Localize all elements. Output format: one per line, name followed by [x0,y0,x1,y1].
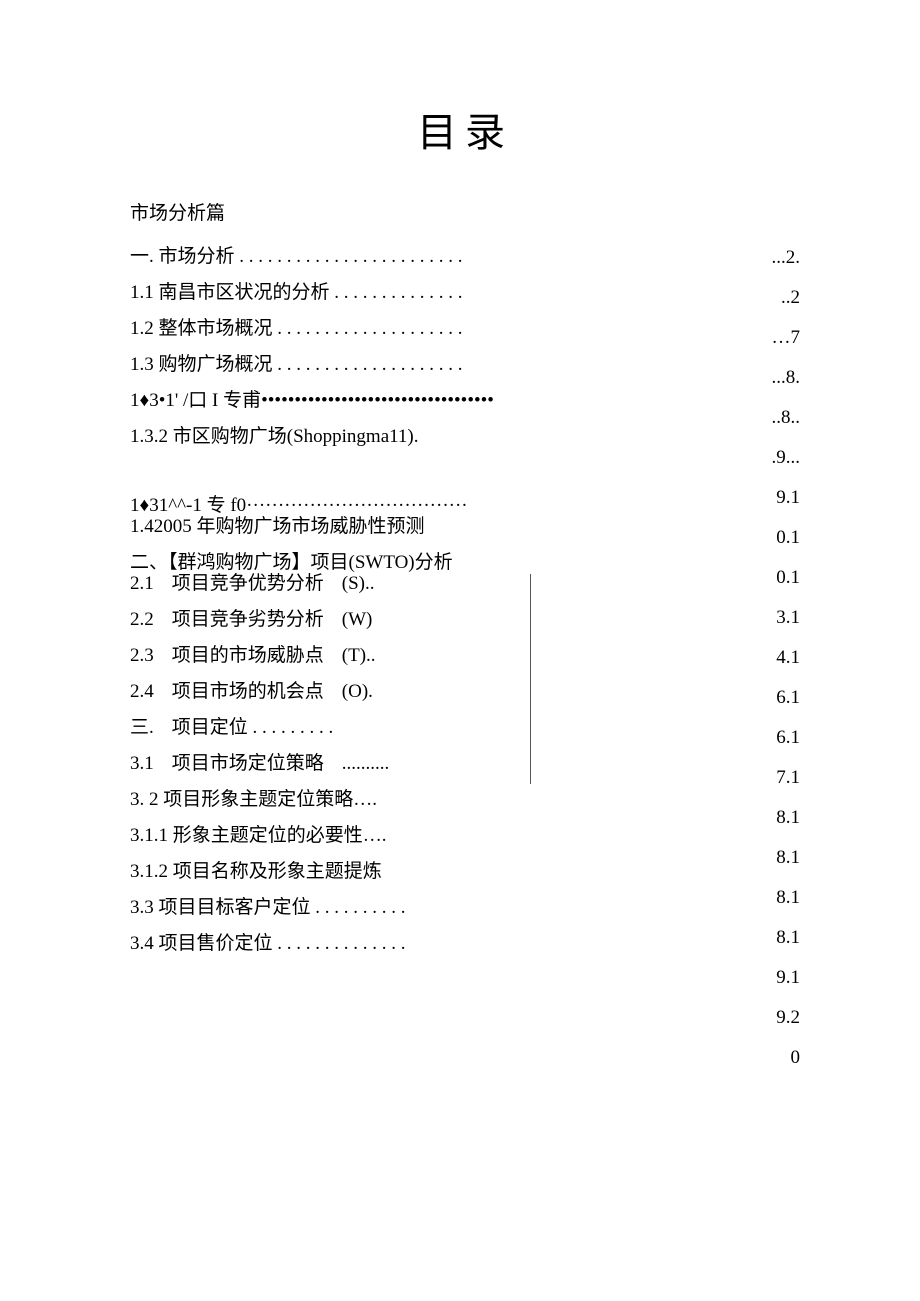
toc-entry: 3. 2 项目形象主题定位策略…. [130,790,670,809]
document-page: 目录 市场分析篇 一. 市场分析 . . . . . . . . . . . .… [0,0,920,953]
toc-entry: 3.1.2 项目名称及形象主题提炼 [130,862,670,881]
toc-entry-label: 项目竞争劣势分析 [172,609,324,630]
toc-entry: 1.2 整体市场概况 . . . . . . . . . . . . . . .… [130,319,670,338]
toc-entry-label: 项目的市场威胁点 [172,645,324,666]
toc-entry-number: 2.1 [130,574,154,593]
toc-entry: 2.2 项目竞争劣势分析 (W) [130,610,670,629]
toc-entry: 3.1.1 形象主题定位的必要性…. [130,826,670,845]
toc-entry-number: 2.4 [130,682,154,701]
toc-entry: 1♦31^^-1 专 f0···························… [130,496,670,515]
toc-entry-suffix: (O). [342,682,376,701]
toc-page-number: …7 [772,327,801,349]
toc-entry-suffix: .......... [342,753,390,774]
toc-entry: 2.1 项目竞争优势分析 (S).. [130,574,670,593]
toc-page-number: 8.1 [772,927,801,949]
toc-entry: 二、【群鸿购物广场】项目(SWTO)分析 [130,553,670,572]
toc-entry-number: 3.1 [130,754,154,773]
toc-entry: 3.4 项目售价定位 . . . . . . . . . . . . . . [130,934,670,953]
toc-entry: 1.1 南昌市区状况的分析 . . . . . . . . . . . . . … [130,283,670,302]
toc-page-number: 0.1 [772,567,801,589]
toc-entry-label: 项目市场定位策略 [172,753,324,774]
toc-entry-label: 项目竞争优势分析 [172,573,324,594]
toc-page-number: 9.1 [772,487,801,509]
toc-page-number: ...8. [772,367,801,389]
toc-page-number: 6.1 [772,727,801,749]
page-title: 目录 [130,100,800,158]
toc-page-number: 6.1 [772,687,801,709]
toc-page-number: 0.1 [772,527,801,549]
toc-entry-label: 项目定位 . . . . . . . . . [172,717,334,738]
toc-page-number: ..8.. [772,407,801,429]
toc-entry: 2.4 项目市场的机会点 (O). [130,682,670,701]
toc-entry: 3.3 项目目标客户定位 . . . . . . . . . . [130,898,670,917]
toc-page-number: ..2 [772,287,801,309]
toc-entry: 1.42005 年购物广场市场威胁性预测 [130,517,670,536]
toc-page-number: 8.1 [772,887,801,909]
toc-entry-number: 三. [130,718,154,737]
toc-entry: 1.3 购物广场概况 . . . . . . . . . . . . . . .… [130,355,670,374]
toc-entry-number: 2.3 [130,646,154,665]
toc-page-number: 9.1 [772,967,801,989]
toc-entry: 一. 市场分析 . . . . . . . . . . . . . . . . … [130,247,670,266]
toc-entry: 1.3.2 市区购物广场(Shoppingma11). [130,427,670,446]
toc-left-column: 一. 市场分析 . . . . . . . . . . . . . . . . … [130,247,670,953]
toc-container: 一. 市场分析 . . . . . . . . . . . . . . . . … [130,247,800,953]
toc-entry: 1♦3•1' /口 I 专甫••••••••••••••••••••••••••… [130,391,670,410]
toc-entry: 3.1 项目市场定位策略.......... [130,754,670,773]
toc-page-number: 8.1 [772,807,801,829]
toc-page-number: 4.1 [772,647,801,669]
toc-page-number: ...2. [772,247,801,269]
toc-page-number: 3.1 [772,607,801,629]
section-heading: 市场分析篇 [130,198,800,225]
toc-entry-number: 2.2 [130,610,154,629]
toc-entry-suffix: (T).. [342,646,376,665]
toc-entry-suffix: (W) [342,610,376,629]
toc-page-number: 8.1 [772,847,801,869]
toc-entry: 三. 项目定位 . . . . . . . . . [130,718,670,737]
toc-page-number: .9... [772,447,801,469]
toc-page-number: 9.2 [772,1007,801,1029]
toc-entry-suffix: (S).. [342,574,376,593]
toc-entry: 2.3 项目的市场威胁点 (T).. [130,646,670,665]
vertical-divider [530,574,531,784]
toc-divider-block: 2.1 项目竞争优势分析 (S).. 2.2 项目竞争劣势分析 (W) 2.3 项目的市场… [130,574,670,773]
toc-page-column: ...2. ..2 …7 ...8. ..8.. .9... 9.1 0.1 0… [772,247,801,1087]
toc-page-number: 7.1 [772,767,801,789]
toc-page-number: 0 [772,1047,801,1069]
toc-entry-label: 项目市场的机会点 [172,681,324,702]
